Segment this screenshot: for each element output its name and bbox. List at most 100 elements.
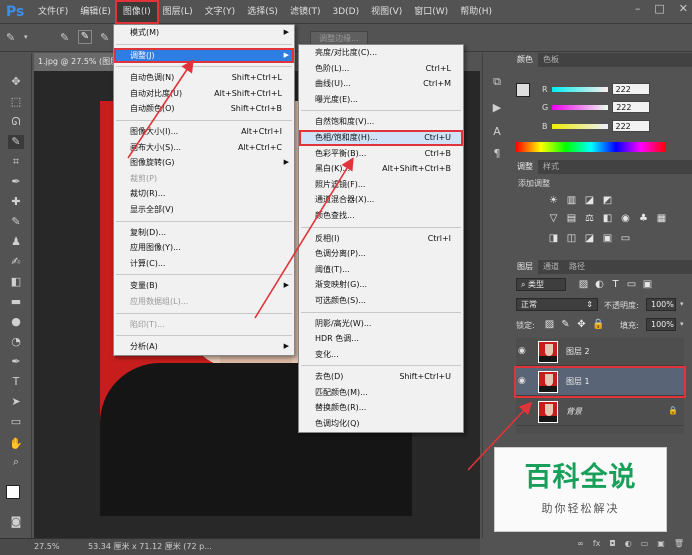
foreground-swatch[interactable] [516,83,530,97]
minimize-icon[interactable]: – [635,2,641,15]
menu-option[interactable]: 自动对比度(U) Alt+Shift+Ctrl+L [114,86,294,102]
tab-paths[interactable]: 路径 [564,260,590,274]
menu-item[interactable]: 窗口(W) [408,2,454,22]
menu-item[interactable]: 视图(V) [365,2,408,22]
subtract-selection-icon[interactable]: ✎ [100,31,109,44]
threshold-adjust-icon[interactable]: ◪ [584,233,595,244]
gradient-map-adjust-icon[interactable]: ▭ [620,233,631,244]
invert-adjust-icon[interactable]: ◨ [548,233,559,244]
menu-item[interactable]: 文字(Y) [199,2,242,22]
gradient-tool-icon[interactable]: ▬ [8,295,24,309]
move-tool-icon[interactable]: ✥ [8,75,24,89]
crop-tool-icon[interactable]: ⌗ [8,155,24,169]
menu-option[interactable]: 亮度/对比度(C)... [299,45,463,61]
menu-item[interactable]: 帮助(H) [454,2,498,22]
new-selection-icon[interactable]: ✎ [60,31,69,44]
menu-option[interactable]: 替换颜色(R)... [299,400,463,416]
menu-item[interactable]: 滤镜(T) [284,2,327,22]
blend-mode-select[interactable]: 正常 ⇕ [516,298,598,311]
brush-tool-icon[interactable]: ✎ [8,215,24,229]
menu-item[interactable]: 编辑(E) [74,2,117,22]
menu-option[interactable]: 通道混合器(X)... [299,192,463,208]
blur-tool-icon[interactable]: ● [8,315,24,329]
paragraph-panel-icon[interactable]: ¶ [489,147,505,161]
menu-option[interactable]: 色彩平衡(B)... Ctrl+B [299,146,463,162]
menu-option[interactable]: 去色(D) Shift+Ctrl+U [299,369,463,385]
g-slider[interactable] [552,104,609,110]
brightness-adjust-icon[interactable]: ☀ [548,195,559,206]
tab-adjustments[interactable]: 调整 [512,160,538,174]
tab-styles[interactable]: 样式 [538,160,564,174]
menu-option[interactable]: 曝光度(E)... [299,92,463,108]
g-value-input[interactable]: 222 [612,101,651,113]
photo-filter-adjust-icon[interactable]: ◉ [620,213,631,224]
menu-option[interactable]: 可选颜色(S)... [299,293,463,309]
levels-adjust-icon[interactable]: ▥ [566,195,577,206]
layer-row[interactable]: ◉ 图层 2 [516,338,684,366]
menu-option[interactable]: 自动色调(N) Shift+Ctrl+L [114,70,294,86]
close-icon[interactable]: ✕ [679,2,688,15]
menu-option[interactable]: 图像大小(I)... Alt+Ctrl+I [114,124,294,140]
fill-chevron-icon[interactable]: ▾ [680,320,684,328]
hand-tool-icon[interactable]: ✋ [8,437,24,451]
menu-option[interactable]: 匹配颜色(M)... [299,385,463,401]
filter-pixel-icon[interactable]: ▨ [578,279,589,290]
pen-tool-icon[interactable]: ✒ [8,355,24,369]
menu-option[interactable]: 色调分离(P)... [299,246,463,262]
adjustment-layer-icon[interactable]: ◐ [625,539,632,553]
quick-select-tool-icon[interactable]: ✎ [8,135,24,149]
opacity-chevron-icon[interactable]: ▾ [680,300,684,308]
lock-all-icon[interactable]: 🔒 [592,319,604,330]
hue-saturation-adjust-icon[interactable]: ▤ [566,213,577,224]
shape-tool-icon[interactable]: ▭ [8,415,24,429]
link-layers-icon[interactable]: ∞ [577,539,584,553]
menu-option[interactable]: 图像旋转(G) ▶ [114,155,294,171]
menu-option[interactable]: 黑白(K)... Alt+Shift+Ctrl+B [299,161,463,177]
menu-option[interactable]: 分析(A) ▶ [114,339,294,355]
menu-item[interactable]: 3D(D) [326,2,365,22]
menu-option[interactable]: 应用图像(Y)... [114,240,294,256]
posterize-adjust-icon[interactable]: ◫ [566,233,577,244]
eyedropper-tool-icon[interactable]: ✒ [8,175,24,189]
marquee-tool-icon[interactable]: ⬚ [8,95,24,109]
stamp-tool-icon[interactable]: ♟ [8,235,24,249]
layer-mask-icon[interactable]: ◘ [609,539,615,553]
menu-option[interactable]: 显示全部(V) [114,202,294,218]
filter-shape-icon[interactable]: ▭ [626,279,637,290]
quick-mask-icon[interactable]: ◙ [8,515,24,529]
layer-filter-select[interactable]: ⌕ 类型 [516,278,566,291]
tab-layers[interactable]: 图层 [512,260,538,274]
menu-option[interactable]: 照片滤镜(F)... [299,177,463,193]
menu-option[interactable]: 裁切(R)... [114,186,294,202]
dodge-tool-icon[interactable]: ◔ [8,335,24,349]
menu-option[interactable]: 画布大小(S)... Alt+Ctrl+C [114,140,294,156]
history-panel-icon[interactable]: ⧉ [489,75,505,89]
lock-image-icon[interactable]: ✎ [560,319,571,330]
filter-adjust-icon[interactable]: ◐ [594,279,605,290]
menu-option[interactable]: 色调均化(Q) [299,416,463,432]
tab-color[interactable]: 颜色 [512,53,538,67]
black-white-adjust-icon[interactable]: ◧ [602,213,613,224]
tab-channels[interactable]: 通道 [538,260,564,274]
maximize-icon[interactable]: □ [654,2,664,15]
type-tool-icon[interactable]: T [8,375,24,389]
menu-option[interactable]: 颜色查找... [299,208,463,224]
menu-option[interactable]: 自然饱和度(V)... [299,114,463,130]
menu-option[interactable]: 反相(I) Ctrl+I [299,231,463,247]
color-balance-adjust-icon[interactable]: ⚖ [584,213,595,224]
lasso-tool-icon[interactable]: ᘏ [8,115,24,129]
lock-position-icon[interactable]: ✥ [576,319,587,330]
eraser-tool-icon[interactable]: ◧ [8,275,24,289]
menu-option[interactable]: 计算(C)... [114,256,294,272]
menu-option[interactable]: 渐变映射(G)... [299,277,463,293]
path-select-icon[interactable]: ➤ [8,395,24,409]
new-group-icon[interactable]: ▭ [641,539,649,553]
selective-color-adjust-icon[interactable]: ▣ [602,233,613,244]
r-slider[interactable] [551,86,608,92]
foreground-color-swatch[interactable] [6,485,20,499]
vibrance-adjust-icon[interactable]: ▽ [548,213,559,224]
menu-option[interactable]: 变量(B) ▶ [114,278,294,294]
menu-option[interactable]: 调整(J) ▶ [114,47,294,64]
new-layer-icon[interactable]: ▣ [657,539,665,553]
color-spectrum[interactable] [516,142,666,152]
